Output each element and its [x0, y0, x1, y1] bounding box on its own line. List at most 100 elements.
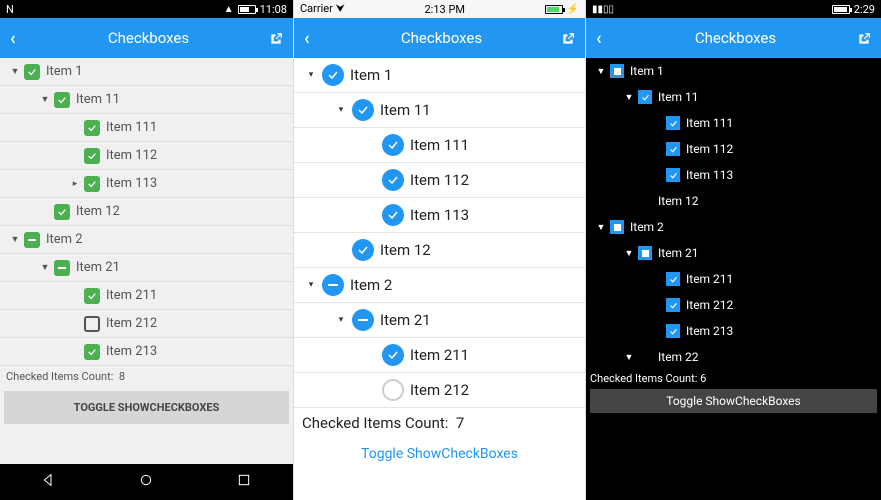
- checkbox-icon[interactable]: [610, 220, 624, 234]
- checked-count: Checked Items Count: 6: [586, 370, 881, 387]
- checkbox-icon[interactable]: [24, 232, 40, 248]
- tree-item[interactable]: ▾ Item 1: [294, 58, 585, 93]
- carrier-label: Carrier: [300, 2, 333, 15]
- checkbox-icon[interactable]: [610, 64, 624, 78]
- tree-item[interactable]: ▼ Item 11: [0, 86, 293, 114]
- tree-item[interactable]: Item 211: [586, 266, 881, 292]
- back-button[interactable]: ‹: [304, 28, 322, 49]
- checkbox-icon[interactable]: [666, 116, 680, 130]
- checkbox-icon[interactable]: [54, 204, 70, 220]
- nav-home-icon[interactable]: [138, 472, 154, 492]
- expand-arrow-icon[interactable]: ▾: [336, 105, 346, 115]
- checkbox-icon[interactable]: [666, 272, 680, 286]
- tree-item[interactable]: Item 211: [294, 338, 585, 373]
- tree-item[interactable]: ▼ Item 2: [0, 226, 293, 254]
- checkbox-icon[interactable]: [24, 64, 40, 80]
- checkbox-icon[interactable]: [84, 148, 100, 164]
- tree-item[interactable]: ▾ Item 11: [294, 93, 585, 128]
- tree-item[interactable]: ▼ Item 21: [0, 254, 293, 282]
- tree-item[interactable]: Item 212: [0, 310, 293, 338]
- tree-item[interactable]: ▼ Item 2: [586, 214, 881, 240]
- tree-item[interactable]: ▼ Item 1: [586, 58, 881, 84]
- tree-item[interactable]: Item 212: [586, 292, 881, 318]
- external-link-icon[interactable]: [269, 31, 283, 45]
- expand-arrow-icon[interactable]: ▼: [596, 222, 606, 233]
- tree-item[interactable]: ▼ Item 21: [586, 240, 881, 266]
- expand-arrow-icon[interactable]: ▼: [40, 262, 50, 273]
- expand-arrow-icon[interactable]: ▼: [10, 66, 20, 77]
- tree-item[interactable]: Item 213: [586, 318, 881, 344]
- checkbox-icon[interactable]: [382, 134, 404, 156]
- tree-item[interactable]: Item 111: [294, 128, 585, 163]
- checkbox-icon[interactable]: [84, 316, 100, 332]
- checkbox-icon[interactable]: [666, 324, 680, 338]
- expand-arrow-icon[interactable]: ▾: [306, 280, 316, 290]
- tree-item[interactable]: ▼ Item 22: [586, 344, 881, 370]
- back-button[interactable]: ‹: [596, 28, 614, 49]
- checkbox-icon[interactable]: [84, 120, 100, 136]
- nav-bar: [0, 464, 293, 500]
- tree-item[interactable]: Item 211: [0, 282, 293, 310]
- checkbox-icon[interactable]: [382, 379, 404, 401]
- external-link-icon[interactable]: [561, 31, 575, 45]
- checkbox-icon[interactable]: [638, 90, 652, 104]
- tree-item[interactable]: Item 213: [0, 338, 293, 366]
- app-header: ‹ Checkboxes: [0, 18, 293, 58]
- checkbox-icon[interactable]: [54, 92, 70, 108]
- checkbox-icon[interactable]: [382, 169, 404, 191]
- expand-arrow-icon[interactable]: ▼: [624, 352, 634, 363]
- back-button[interactable]: ‹: [10, 28, 28, 49]
- app-header: ‹ Checkboxes: [294, 18, 585, 58]
- tree-item[interactable]: Item 12: [294, 233, 585, 268]
- checkbox-icon[interactable]: [666, 168, 680, 182]
- tree-item[interactable]: ▼ Item 1: [0, 58, 293, 86]
- expand-arrow-icon[interactable]: ▼: [596, 66, 606, 77]
- toggle-checkboxes-button[interactable]: Toggle ShowCheckBoxes: [590, 389, 877, 413]
- expand-arrow-icon[interactable]: ▾: [306, 70, 316, 80]
- expand-arrow-icon[interactable]: ▼: [624, 248, 634, 259]
- tree-item-label: Item 11: [658, 90, 699, 104]
- checkbox-icon[interactable]: [352, 239, 374, 261]
- checkbox-icon[interactable]: [382, 204, 404, 226]
- tree-item[interactable]: ▼ Item 11: [586, 84, 881, 110]
- tree-item[interactable]: ▾ Item 21: [294, 303, 585, 338]
- expand-arrow-icon[interactable]: ▼: [624, 92, 634, 103]
- toggle-checkboxes-button[interactable]: TOGGLE SHOWCHECKBOXES: [4, 391, 289, 424]
- tree-item[interactable]: Item 212: [294, 373, 585, 408]
- tree-item[interactable]: Item 113: [586, 162, 881, 188]
- nav-back-icon[interactable]: [41, 472, 57, 492]
- nav-recent-icon[interactable]: [236, 472, 252, 492]
- external-link-icon[interactable]: [857, 31, 871, 45]
- toggle-checkboxes-button[interactable]: Toggle ShowCheckBoxes: [294, 438, 585, 470]
- tree-item[interactable]: Item 111: [586, 110, 881, 136]
- checkbox-icon[interactable]: [84, 176, 100, 192]
- checkbox-icon[interactable]: [322, 64, 344, 86]
- tree-item[interactable]: Item 112: [586, 136, 881, 162]
- checkbox-icon[interactable]: [84, 344, 100, 360]
- checkbox-icon[interactable]: [382, 344, 404, 366]
- expand-arrow-icon[interactable]: ▾: [336, 315, 346, 325]
- tree-item-label: Item 211: [686, 272, 733, 286]
- checked-count: Checked Items Count: 7: [294, 408, 585, 438]
- checkbox-icon[interactable]: [666, 142, 680, 156]
- tree-item[interactable]: Item 113: [294, 198, 585, 233]
- checkbox-icon[interactable]: [352, 99, 374, 121]
- checkbox-icon[interactable]: [54, 260, 70, 276]
- tree-item[interactable]: ▾ Item 2: [294, 268, 585, 303]
- tree-item[interactable]: Item 112: [0, 142, 293, 170]
- checkbox-icon[interactable]: [84, 288, 100, 304]
- tree-item[interactable]: ▸ Item 113: [0, 170, 293, 198]
- tree-item[interactable]: Item 12: [586, 188, 881, 214]
- tree-item[interactable]: Item 111: [0, 114, 293, 142]
- checkbox-icon[interactable]: [666, 298, 680, 312]
- tree-item[interactable]: Item 112: [294, 163, 585, 198]
- tree-view: ▾ Item 1 ▾ Item 11 Item 111 Item 112 Ite…: [294, 58, 585, 500]
- tree-item[interactable]: Item 12: [0, 198, 293, 226]
- expand-arrow-icon[interactable]: ▸: [70, 179, 80, 189]
- expand-arrow-icon[interactable]: ▼: [10, 234, 20, 245]
- checkbox-icon[interactable]: [638, 246, 652, 260]
- checkbox-icon[interactable]: [352, 309, 374, 331]
- page-title: Checkboxes: [614, 29, 857, 47]
- expand-arrow-icon[interactable]: ▼: [40, 94, 50, 105]
- checkbox-icon[interactable]: [322, 274, 344, 296]
